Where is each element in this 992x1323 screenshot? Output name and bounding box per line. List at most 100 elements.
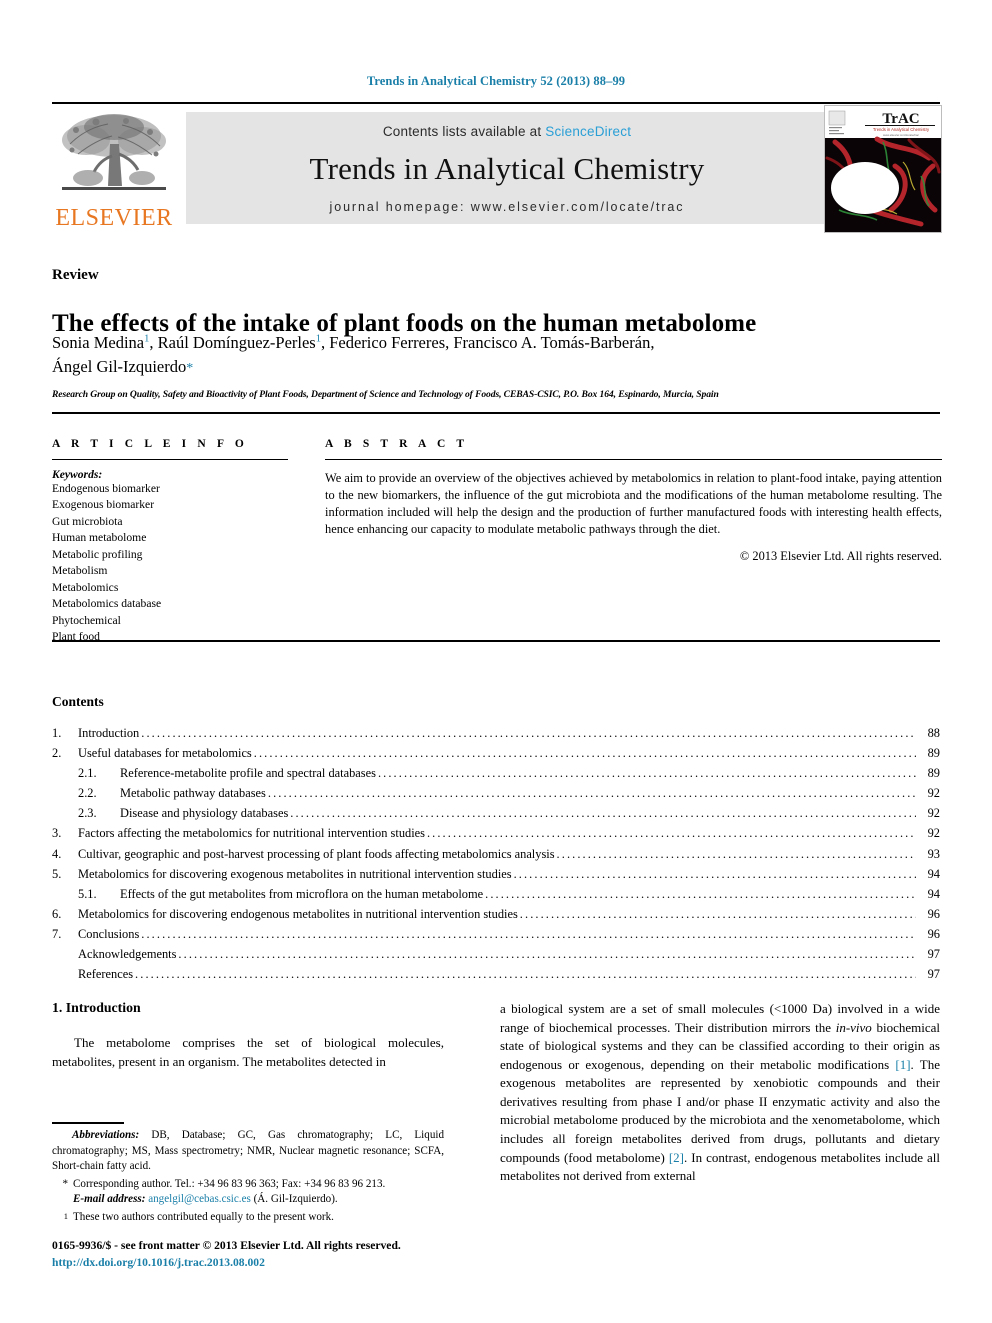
- toc-entry[interactable]: 2.3. Disease and physiology databases....…: [52, 803, 940, 823]
- abstract-heading: A B S T R A C T: [325, 438, 469, 450]
- keyword-item: Exogenous biomarker: [52, 498, 155, 512]
- toc-entry-label: Metabolomics for discovering endogenous …: [78, 906, 518, 921]
- keyword-item: Phytochemical: [52, 613, 121, 627]
- toc-entry-number: 4.: [52, 846, 62, 861]
- toc-entry[interactable]: 6. Metabolomics for discovering endogenou…: [52, 904, 940, 924]
- equal-contribution-mark: 1: [63, 1210, 68, 1221]
- toc-entry-page: 88: [927, 726, 940, 740]
- journal-homepage-url[interactable]: journal homepage: www.elsevier.com/locat…: [186, 187, 828, 214]
- article-info-heading: A R T I C L E I N F O: [52, 438, 248, 450]
- body-column-left: The metabolome comprises the set of biol…: [52, 1034, 444, 1071]
- equal-contribution-footnote: 1 These two authors contributed equally …: [52, 1210, 444, 1226]
- toc-entry-label: Metabolomics for discovering exogenous m…: [78, 866, 512, 881]
- toc-entry-number: 5.: [52, 866, 62, 881]
- abstract-divider: [325, 459, 942, 460]
- svg-text:Trends in Analytical Chemistry: Trends in Analytical Chemistry: [873, 127, 930, 132]
- abbreviations-label: Abbreviations:: [72, 1129, 140, 1141]
- keyword-item: Metabolic profiling: [52, 547, 143, 561]
- elsevier-tree-icon: [56, 110, 172, 198]
- toc-entry-page: 92: [927, 826, 940, 841]
- corresponding-author-mark[interactable]: *: [186, 361, 193, 376]
- rule-below-abstract: [52, 640, 940, 642]
- rule-above-article-info: [52, 412, 940, 414]
- toc-entry-page: 96: [927, 906, 940, 921]
- toc-entry-label: Useful databases for metabolomics: [78, 746, 252, 761]
- toc-entry-number: 1.: [52, 726, 62, 740]
- toc-leader-dots: ........................................…: [519, 906, 916, 921]
- article-type: Review: [52, 267, 99, 283]
- journal-masthead: ELSEVIER Contents lists available at Sci…: [52, 102, 942, 233]
- sciencedirect-link[interactable]: ScienceDirect: [545, 124, 631, 139]
- journal-cover-thumbnail: TrAC Trends in Analytical Chemistry www.…: [824, 105, 942, 233]
- svg-text:TrAC: TrAC: [882, 111, 919, 127]
- toc-entry[interactable]: 1. Introduction..........................…: [52, 723, 940, 743]
- toc-entry-subnumber: 2.1.: [78, 766, 97, 781]
- corresponding-author-text: Corresponding author. Tel.: +34 96 83 96…: [73, 1177, 386, 1190]
- article-info-column: A R T I C L E I N F O Keywords: Endogeno…: [52, 438, 288, 646]
- keyword-item: Plant food: [52, 630, 100, 644]
- svg-text:www.elsevier.com/locate/trac: www.elsevier.com/locate/trac: [883, 133, 920, 137]
- keyword-item: Metabolism: [52, 564, 108, 578]
- journal-title: Trends in Analytical Chemistry: [309, 151, 705, 186]
- abbreviations-footnote: Abbreviations: DB, Database; GC, Gas chr…: [52, 1128, 444, 1175]
- author-line-2: Ángel Gil-Izquierdo: [52, 356, 187, 376]
- toc-entry[interactable]: Acknowledgements........................…: [52, 944, 940, 964]
- toc-leader-dots: ........................................…: [485, 886, 916, 901]
- issn-copyright-line: 0165-9936/$ - see front matter © 2013 El…: [52, 1239, 401, 1252]
- running-head: Trends in Analytical Chemistry 52 (2013)…: [366, 74, 626, 88]
- footnote-divider: [52, 1122, 124, 1124]
- email-link[interactable]: angelgil@cebas.csic.es: [148, 1193, 251, 1205]
- toc-entry[interactable]: 2.1. Reference-metabolite profile and spe…: [52, 763, 940, 783]
- keywords-list: Endogenous biomarker Exogenous biomarker…: [52, 481, 288, 646]
- toc-leader-dots: ........................................…: [556, 846, 916, 861]
- toc-entry[interactable]: 3. Factors affecting the metabolomics for…: [52, 823, 940, 843]
- keywords-label: Keywords:: [52, 468, 103, 481]
- body-paragraph: The metabolome comprises the set of biol…: [52, 1035, 444, 1069]
- citation-link-1[interactable]: [1]: [895, 1057, 910, 1072]
- citation-link-2[interactable]: [2]: [669, 1150, 684, 1165]
- doi-link[interactable]: http://dx.doi.org/10.1016/j.trac.2013.08…: [52, 1255, 512, 1272]
- toc-leader-dots: ........................................…: [513, 866, 916, 881]
- toc-entry-label: Disease and physiology databases: [120, 806, 289, 821]
- toc-entry-label: References: [78, 967, 134, 982]
- elsevier-wordmark: ELSEVIER: [55, 205, 173, 231]
- keyword-item: Human metabolome: [52, 531, 147, 545]
- toc-leader-dots: ........................................…: [141, 926, 916, 941]
- toc-entry[interactable]: 7. Conclusions...........................…: [52, 924, 940, 944]
- body-text-part-3: . The exogenous metabolites are represen…: [500, 1056, 940, 1165]
- toc-leader-dots: ........................................…: [426, 826, 916, 841]
- toc-entry-number: 6.: [52, 906, 62, 921]
- toc-entry[interactable]: 5. Metabolomics for discovering exogenous…: [52, 864, 940, 884]
- toc-leader-dots: ........................................…: [253, 746, 916, 761]
- toc-entry-label: Cultivar, geographic and post-harvest pr…: [78, 846, 555, 861]
- toc-leader-dots: ........................................…: [135, 967, 916, 982]
- toc-entry-page: 92: [927, 786, 940, 801]
- toc-leader-dots: ........................................…: [267, 786, 916, 801]
- email-line: E-mail address: angelgil@cebas.csic.es (…: [73, 1192, 444, 1208]
- toc-entry-label: Factors affecting the metabolomics for n…: [78, 826, 425, 841]
- toc-entry[interactable]: 4. Cultivar, geographic and post-harvest …: [52, 844, 940, 864]
- toc-entry-page: 96: [927, 926, 940, 941]
- toc-entry-subnumber: 2.3.: [78, 806, 97, 821]
- body-column-right: a biological system are a set of small m…: [500, 1000, 940, 1186]
- toc-entry-page: 94: [927, 866, 940, 881]
- toc-entry-page: 89: [927, 766, 940, 781]
- keyword-item: Metabolomics: [52, 580, 119, 594]
- footer-block: 0165-9936/$ - see front matter © 2013 El…: [52, 1238, 512, 1272]
- toc-entry[interactable]: References..............................…: [52, 964, 940, 984]
- toc-entry-page: 89: [927, 746, 940, 761]
- author-line-1-b: , Raúl Domínguez-Perles: [149, 333, 316, 352]
- toc-entry[interactable]: 2.2. Metabolic pathway databases.........…: [52, 783, 940, 803]
- abstract-column: A B S T R A C T We aim to provide an ove…: [325, 438, 942, 564]
- footnotes-block: Abbreviations: DB, Database; GC, Gas chr…: [52, 1128, 444, 1225]
- journal-article-page: Trends in Analytical Chemistry 52 (2013)…: [0, 0, 992, 1323]
- toc-entry[interactable]: 2. Useful databases for metabolomics.....…: [52, 743, 940, 763]
- body-italic-invivo: in-vivo: [835, 1019, 872, 1035]
- author-affiliation: Research Group on Quality, Safety and Bi…: [52, 389, 719, 400]
- toc-entry-page: 94: [927, 886, 940, 901]
- keyword-item: Metabolomics database: [52, 597, 162, 611]
- toc-entry[interactable]: 5.1. Effects of the gut metabolites from …: [52, 884, 940, 904]
- table-of-contents: 1. Introduction..........................…: [52, 723, 940, 984]
- toc-entry-label: Conclusions: [78, 926, 140, 941]
- corresponding-author-footnote-mark: *: [62, 1177, 68, 1190]
